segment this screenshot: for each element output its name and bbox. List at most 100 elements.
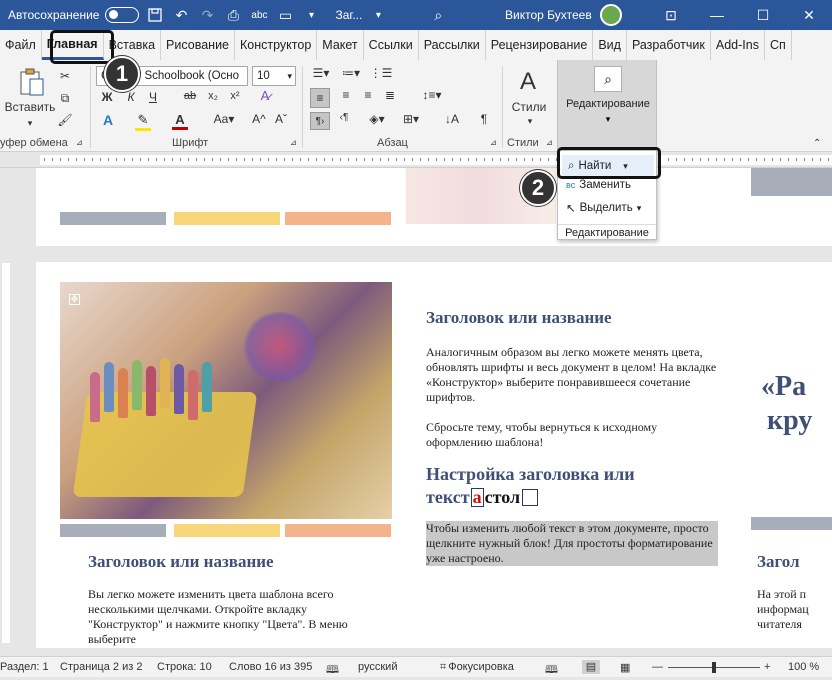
subscript-icon[interactable]: x₂ — [206, 90, 220, 102]
redo-icon[interactable]: ↷ — [197, 5, 217, 25]
line-spacing-icon[interactable]: ↕≡▾ — [420, 88, 444, 102]
paste-icon[interactable] — [14, 66, 48, 98]
multilevel-list-icon[interactable]: ⋮☰ — [370, 66, 393, 80]
zoom-slider-thumb[interactable] — [712, 662, 716, 673]
tab-8[interactable]: Рецензирование — [486, 30, 594, 60]
underline-icon[interactable]: Ч — [146, 90, 160, 104]
tab-6[interactable]: Ссылки — [364, 30, 419, 60]
highlight-icon[interactable]: ✎ — [135, 112, 151, 131]
cut-icon[interactable]: ✂ — [57, 68, 73, 84]
marked-empty-box[interactable] — [522, 489, 539, 506]
collapse-ribbon-icon[interactable]: ⌃ — [813, 138, 821, 149]
grow-font-icon[interactable]: A^ — [250, 112, 268, 126]
col1-paragraph[interactable]: Вы легко можете изменить цвета шаблона в… — [88, 587, 358, 647]
editing-button[interactable]: ⌕ Редактирование ▾ — [557, 60, 657, 152]
col2-heading-2-line2[interactable]: текст а стол — [426, 487, 539, 508]
strikethrough-icon[interactable]: ab — [181, 90, 199, 102]
format-painter-icon[interactable]: 🖌 — [57, 112, 73, 128]
close-icon[interactable]: ✕ — [786, 0, 832, 30]
autosave-toggle[interactable] — [105, 7, 140, 23]
align-left-icon[interactable]: ≡ — [310, 88, 330, 108]
col3-paragraph[interactable]: На этой п информац читателя — [757, 587, 827, 632]
col2-heading-2[interactable]: Настройка заголовка или — [426, 464, 635, 485]
spelling-icon[interactable]: abc — [249, 5, 269, 25]
save-icon[interactable] — [145, 5, 165, 25]
status-words[interactable]: Слово 16 из 395 — [229, 661, 312, 673]
title-chevron-icon[interactable]: ▾ — [368, 5, 388, 25]
align-right-icon[interactable]: ≡ — [358, 88, 378, 102]
paste-label[interactable]: Вставить — [5, 100, 56, 114]
col2-paragraph-1[interactable]: Аналогичным образом вы легко можете меня… — [426, 345, 722, 405]
ltr-icon[interactable]: ¶› — [310, 112, 330, 130]
sort-icon[interactable]: ↓A — [444, 112, 460, 126]
change-case-icon[interactable]: Aa▾ — [210, 112, 238, 126]
print-layout-icon[interactable]: ▤ — [582, 660, 600, 674]
borders-icon[interactable]: ⊞▾ — [398, 112, 424, 126]
shrink-font-icon[interactable]: Aˇ — [272, 112, 290, 126]
tab-12[interactable]: Сп — [765, 30, 792, 60]
bullets-icon[interactable]: ☰▾ — [310, 66, 332, 80]
document-title[interactable]: Заг... — [335, 8, 362, 22]
zoom-out-icon[interactable]: — — [652, 661, 663, 673]
form-icon[interactable]: ▭ — [275, 5, 295, 25]
tab-3[interactable]: Рисование — [161, 30, 235, 60]
tab-7[interactable]: Рассылки — [419, 30, 486, 60]
replace-button[interactable]: ʙc Заменить — [566, 179, 631, 191]
print-icon[interactable]: ⎙ — [223, 5, 243, 25]
status-language[interactable]: русский — [358, 661, 397, 673]
clear-format-icon[interactable]: A̷ — [256, 88, 274, 103]
table-move-handle-icon[interactable]: ✥ — [69, 294, 80, 305]
rtl-icon[interactable]: ‹¶ — [334, 112, 354, 123]
justify-icon[interactable]: ≣ — [380, 88, 400, 102]
status-page[interactable]: Страница 2 из 2 — [60, 661, 142, 673]
vertical-ruler[interactable] — [0, 168, 12, 648]
paragraph-launcher-icon[interactable]: ⊿ — [490, 138, 497, 147]
text-effects-icon[interactable]: A — [100, 112, 116, 128]
italic-icon[interactable]: К — [124, 90, 138, 104]
col3-heading[interactable]: Загол — [757, 552, 800, 572]
col1-heading[interactable]: Заголовок или название — [88, 552, 274, 572]
proofing-icon[interactable]: 🕮 — [326, 661, 339, 680]
tab-11[interactable]: Add-Ins — [711, 30, 765, 60]
autosave[interactable]: Автосохранение — [8, 7, 140, 23]
status-section[interactable]: Раздел: 1 — [0, 661, 49, 673]
horizontal-ruler[interactable] — [0, 152, 832, 168]
maximize-icon[interactable]: ☐ — [740, 0, 786, 30]
font-color-icon[interactable]: A — [172, 112, 188, 130]
show-marks-icon[interactable]: ¶ — [476, 112, 492, 126]
copy-icon[interactable]: ⧉ — [57, 90, 73, 106]
minimize-icon[interactable]: — — [694, 0, 740, 30]
user-account[interactable]: Виктор Бухтеев — [505, 0, 622, 30]
shading-icon[interactable]: ◈▾ — [364, 112, 390, 126]
numbering-icon[interactable]: ≔▾ — [340, 66, 362, 80]
superscript-icon[interactable]: x² — [228, 90, 242, 102]
status-zoom[interactable]: 100 % — [788, 661, 819, 673]
styles-chevron-icon[interactable]: ▾ — [520, 116, 540, 127]
select-button[interactable]: ↖ Выделить ▾ — [566, 201, 641, 215]
search-icon[interactable]: ⌕ — [428, 5, 448, 25]
focus-mode-button[interactable]: ⌗ Фокусировка — [440, 661, 514, 674]
font-launcher-icon[interactable]: ⊿ — [290, 138, 297, 147]
marked-letter[interactable]: а — [470, 488, 484, 507]
zoom-in-icon[interactable]: + — [764, 661, 770, 673]
col2-paragraph-2[interactable]: Сбросьте тему, чтобы вернуться к исходно… — [426, 420, 722, 450]
tab-5[interactable]: Макет — [317, 30, 364, 60]
tab-9[interactable]: Вид — [593, 30, 627, 60]
tab-4[interactable]: Конструктор — [235, 30, 318, 60]
bold-icon[interactable]: Ж — [100, 90, 114, 104]
page-1[interactable] — [36, 168, 832, 246]
font-size-chevron-icon[interactable]: ▾ — [287, 71, 292, 82]
tab-0[interactable]: Файл — [0, 30, 42, 60]
avatar[interactable] — [599, 4, 622, 26]
paste-chevron-icon[interactable]: ▾ — [20, 118, 40, 129]
tab-10[interactable]: Разработчик — [627, 30, 711, 60]
col2-selected-paragraph[interactable]: Чтобы изменить любой текст в этом докуме… — [426, 521, 718, 566]
page-2[interactable]: ✥ Заголовок или название Вы легко можете… — [36, 262, 832, 648]
pull-quote[interactable]: «Ра кру — [761, 370, 812, 438]
font-size-box[interactable]: 10 ▾ — [252, 66, 296, 86]
styles-icon[interactable]: A — [510, 66, 546, 98]
crayons-photo[interactable] — [60, 282, 392, 519]
status-line[interactable]: Строка: 10 — [157, 661, 212, 673]
align-center-icon[interactable]: ≡ — [336, 88, 356, 102]
ribbon-display-icon[interactable]: ⊡ — [648, 0, 694, 30]
